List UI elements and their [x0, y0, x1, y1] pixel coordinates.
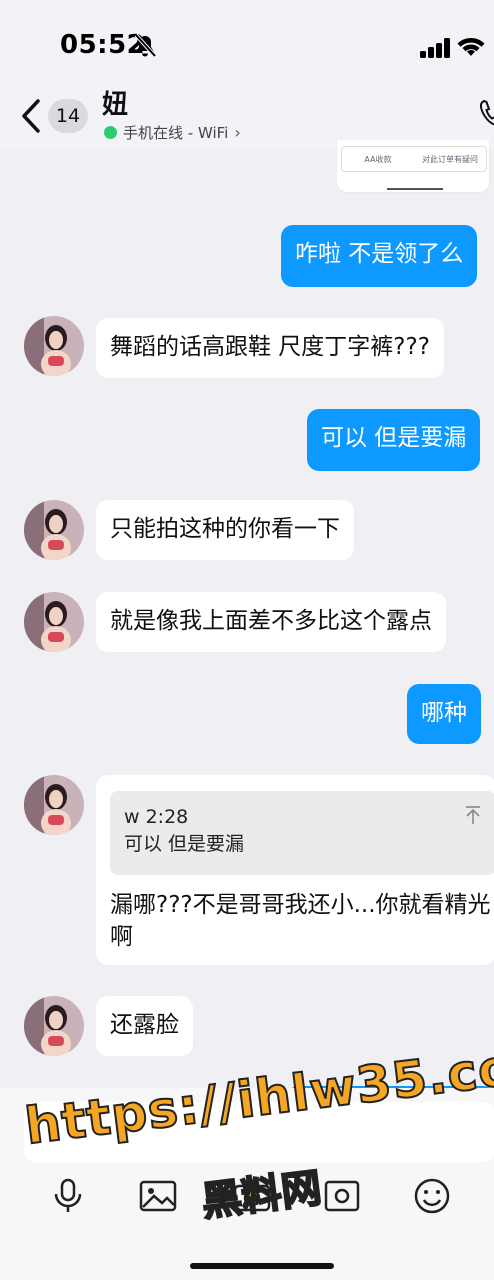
home-indicator[interactable]	[190, 1263, 334, 1269]
online-status-text: 手机在线 - WiFi	[123, 124, 229, 142]
message-bubble-incoming[interactable]: 舞蹈的话高跟鞋 尺度丁字裤???	[96, 318, 444, 378]
message-bubble-outgoing[interactable]: 咋啦 不是领了么	[281, 225, 478, 287]
avatar-image	[24, 592, 84, 652]
quoted-message[interactable]: w 2:28 可以 但是要漏	[110, 791, 494, 875]
avatar[interactable]	[24, 996, 84, 1056]
payment-card-actions: AA收款 对此订单有疑问	[341, 146, 487, 172]
message-bubble-outgoing[interactable]: 可以 但是要漏	[307, 409, 481, 471]
chevron-right-icon: ›	[234, 123, 241, 142]
status-time: 05:52	[60, 30, 146, 60]
cellular-signal-icon	[420, 38, 450, 58]
avatar[interactable]	[24, 775, 84, 835]
back-chevron-icon[interactable]	[20, 98, 42, 134]
avatar[interactable]	[24, 592, 84, 652]
payment-card-partial[interactable]: AA收款 对此订单有疑问	[337, 140, 489, 192]
online-dot-icon	[104, 126, 117, 139]
chat-header: 14 妞 手机在线 - WiFi ›	[0, 76, 494, 150]
avatar[interactable]	[24, 500, 84, 560]
message-bubble-incoming[interactable]: 还露脸	[96, 996, 193, 1056]
order-question-action[interactable]: 对此订单有疑问	[414, 154, 486, 165]
phone-icon[interactable]	[478, 98, 494, 128]
wifi-icon	[457, 38, 485, 56]
message-bubble-incoming-reply[interactable]: w 2:28 可以 但是要漏 漏哪???不是哥哥我还小...你就看精光啊	[96, 775, 494, 965]
online-status[interactable]: 手机在线 - WiFi ›	[104, 122, 241, 143]
reply-text: 漏哪???不是哥哥我还小...你就看精光啊	[110, 892, 491, 950]
quoted-text: 可以 但是要漏	[124, 833, 245, 855]
quoted-author-time: w 2:28	[124, 806, 189, 828]
message-bubble-outgoing[interactable]: 哪种	[407, 684, 481, 744]
bell-off-icon	[134, 34, 156, 58]
card-divider	[387, 188, 443, 190]
avatar-image	[24, 775, 84, 835]
emoji-icon[interactable]	[412, 1176, 452, 1216]
avatar-image	[24, 316, 84, 376]
photo-icon[interactable]	[322, 1176, 362, 1216]
image-icon[interactable]	[138, 1176, 178, 1216]
avatar-image	[24, 500, 84, 560]
jump-to-original-icon[interactable]	[464, 805, 482, 825]
avatar[interactable]	[24, 316, 84, 376]
status-bar: 05:52	[0, 0, 494, 88]
unread-badge[interactable]: 14	[48, 99, 88, 133]
contact-name[interactable]: 妞	[102, 84, 128, 121]
avatar-image	[24, 996, 84, 1056]
message-bubble-incoming[interactable]: 就是像我上面差不多比这个露点	[96, 592, 446, 652]
aa-collect-action[interactable]: AA收款	[342, 154, 414, 165]
mic-icon[interactable]	[48, 1176, 88, 1216]
message-bubble-incoming[interactable]: 只能拍这种的你看一下	[96, 500, 354, 560]
